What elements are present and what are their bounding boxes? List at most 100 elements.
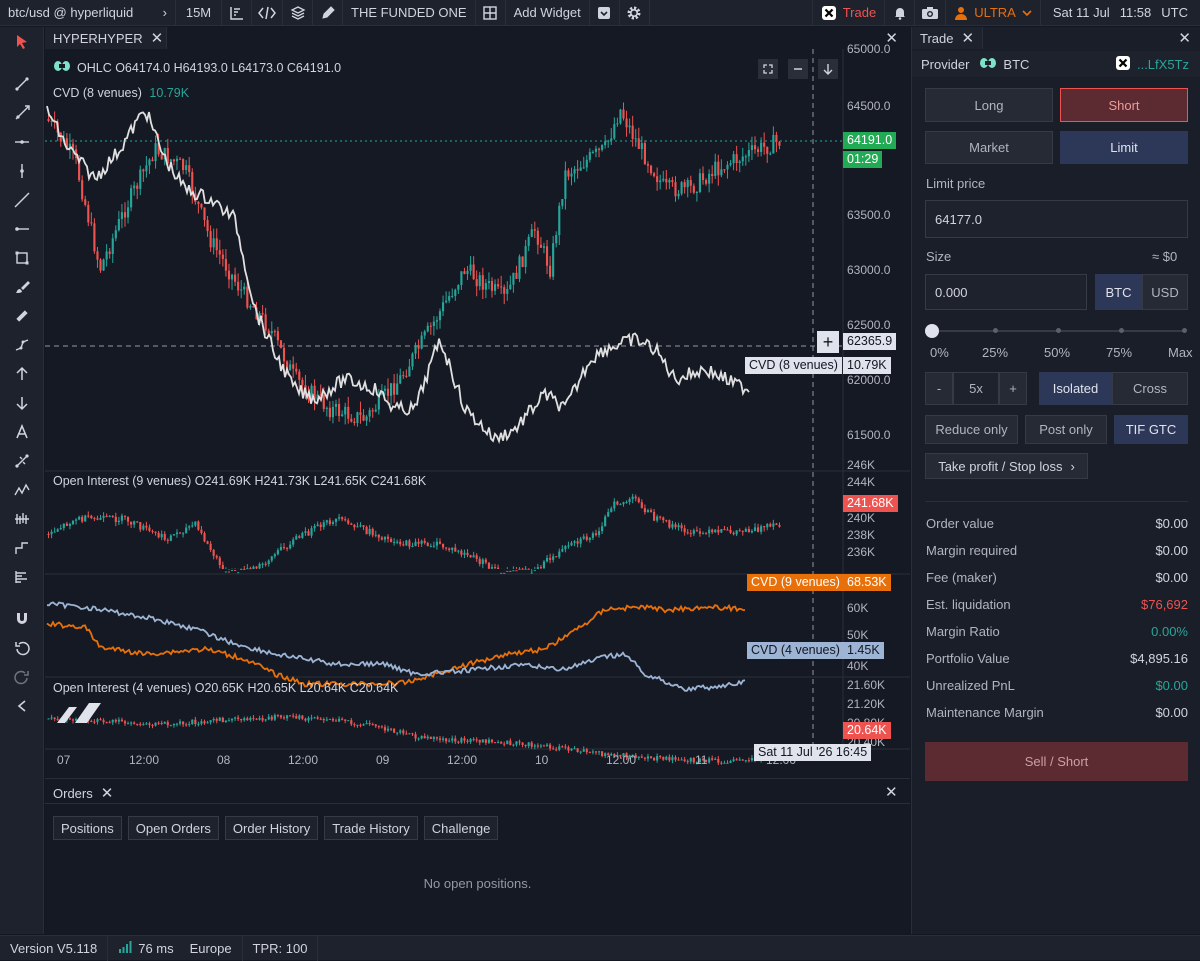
plan-menu[interactable]: ULTRA <box>945 0 1040 26</box>
price-candle <box>607 140 610 142</box>
trend-line-icon[interactable] <box>0 71 44 97</box>
ruler-icon[interactable] <box>0 303 44 329</box>
unit-usd-button[interactable]: USD <box>1142 274 1188 310</box>
arrow-up-icon[interactable] <box>0 361 44 387</box>
ray-icon[interactable] <box>0 100 44 126</box>
oi9-candle <box>389 538 393 542</box>
close-icon[interactable]: ✕ <box>151 29 164 47</box>
post-only-button[interactable]: Post only <box>1025 415 1107 444</box>
tif-gtc-button[interactable]: TIF GTC <box>1114 415 1188 444</box>
oi4-candle <box>420 735 423 739</box>
oi9-candle <box>206 541 209 544</box>
step-line-icon[interactable] <box>0 535 44 561</box>
provider-asset[interactable]: BTC <box>1003 57 1029 72</box>
camera-icon[interactable] <box>914 0 945 26</box>
oi9-candle <box>304 531 307 533</box>
tab-challenge[interactable]: Challenge <box>423 816 499 840</box>
inbox-icon[interactable] <box>590 0 620 26</box>
chart-canvas[interactable] <box>45 49 910 777</box>
oi9-candle <box>585 536 588 540</box>
oi9-candle <box>74 519 78 521</box>
price-candle <box>708 173 711 184</box>
oi4-candle <box>298 715 301 719</box>
funded-account-button[interactable]: THE FUNDED ONE <box>343 0 476 26</box>
brush-icon[interactable] <box>0 274 44 300</box>
code-icon[interactable] <box>252 0 283 26</box>
oi9-candle <box>509 570 512 572</box>
size-slider[interactable] <box>925 324 1187 338</box>
indicators-icon[interactable] <box>222 0 252 26</box>
fib-retracement-icon[interactable] <box>0 448 44 474</box>
unit-btc-button[interactable]: BTC <box>1095 274 1142 310</box>
oi4-candle <box>261 717 264 721</box>
short-button[interactable]: Short <box>1060 88 1188 122</box>
move-down-icon[interactable] <box>818 59 838 79</box>
account-id[interactable]: ...LfX5Tz <box>1137 57 1189 72</box>
horizontal-line-icon[interactable] <box>0 129 44 155</box>
oi4-candle <box>475 739 478 741</box>
price-candle <box>769 153 772 155</box>
undo-icon[interactable] <box>0 635 44 661</box>
extended-line-icon[interactable] <box>0 187 44 213</box>
text-tool-icon[interactable] <box>0 419 44 445</box>
magnet-icon[interactable] <box>0 606 44 632</box>
pencil-icon[interactable] <box>313 0 343 26</box>
fullscreen-icon[interactable] <box>758 59 778 79</box>
layout-grid-icon[interactable] <box>476 0 506 26</box>
slider-thumb[interactable] <box>925 324 939 338</box>
size-input[interactable]: 0.000 <box>925 274 1087 310</box>
pattern-icon[interactable] <box>0 477 44 503</box>
price-candle <box>279 340 283 348</box>
close-trade-panel-icon[interactable]: ✕ <box>1178 29 1191 47</box>
bars-pattern-icon[interactable] <box>0 506 44 532</box>
bell-icon[interactable] <box>884 0 914 26</box>
tab-trade-history[interactable]: Trade History <box>324 816 418 840</box>
reduce-only-button[interactable]: Reduce only <box>925 415 1018 444</box>
provider-label: Provider <box>921 56 970 72</box>
gear-icon[interactable] <box>620 0 650 26</box>
horizontal-ray-icon[interactable] <box>0 216 44 242</box>
limit-button[interactable]: Limit <box>1060 131 1188 164</box>
vertical-line-icon[interactable] <box>0 158 44 184</box>
tab-open-orders[interactable]: Open Orders <box>127 816 219 840</box>
leverage-decrease-button[interactable]: - <box>925 372 953 405</box>
cursor-arrow-icon[interactable] <box>0 29 44 55</box>
leverage-value[interactable]: 5x <box>953 372 999 405</box>
tab-order-history[interactable]: Order History <box>224 816 319 840</box>
cvd9-value-tag: 68.53K <box>843 574 891 591</box>
oi9-candle <box>295 536 298 540</box>
layers-icon[interactable] <box>283 0 313 26</box>
market-button[interactable]: Market <box>925 131 1053 164</box>
limit-price-input[interactable]: 64177.0 <box>925 200 1188 238</box>
cross-margin-button[interactable]: Cross <box>1112 372 1188 405</box>
oi9-candle <box>588 537 591 540</box>
oi9-candle <box>445 547 448 549</box>
close-orders-icon[interactable]: ✕ <box>885 783 898 801</box>
oi4-candle <box>509 740 512 746</box>
take-profit-stop-loss-button[interactable]: Take profit / Stop loss › <box>925 453 1088 479</box>
sell-short-submit-button[interactable]: Sell / Short <box>925 742 1188 781</box>
isolated-margin-button[interactable]: Isolated <box>1039 372 1112 405</box>
close-icon[interactable]: ✕ <box>961 29 974 47</box>
rectangle-icon[interactable] <box>0 245 44 271</box>
collapse-toolbar-icon[interactable] <box>0 693 44 719</box>
path-icon[interactable] <box>0 332 44 358</box>
interval-selector[interactable]: 15M <box>176 0 222 26</box>
symbol-selector[interactable]: btc/usd @ hyperliquid › <box>0 0 176 26</box>
trade-toggle-button[interactable]: Trade <box>811 0 884 26</box>
long-button[interactable]: Long <box>925 88 1053 122</box>
price-candle <box>518 256 521 279</box>
volume-profile-icon[interactable] <box>0 564 44 590</box>
close-icon[interactable]: ✕ <box>101 784 114 802</box>
tab-positions[interactable]: Positions <box>53 816 122 840</box>
redo-icon[interactable] <box>0 664 44 690</box>
leverage-increase-button[interactable]: + <box>999 372 1027 405</box>
add-widget-button[interactable]: Add Widget <box>506 0 590 26</box>
price-candle <box>588 152 591 160</box>
arrow-down-icon[interactable] <box>0 390 44 416</box>
orders-panel-tab[interactable]: Orders ✕ <box>53 782 113 804</box>
minimize-icon[interactable] <box>788 59 808 79</box>
trade-panel-tab[interactable]: Trade ✕ <box>912 27 984 49</box>
chart-tab[interactable]: HYPERHYPER ✕ <box>45 27 167 49</box>
oi4-candle <box>194 719 197 724</box>
